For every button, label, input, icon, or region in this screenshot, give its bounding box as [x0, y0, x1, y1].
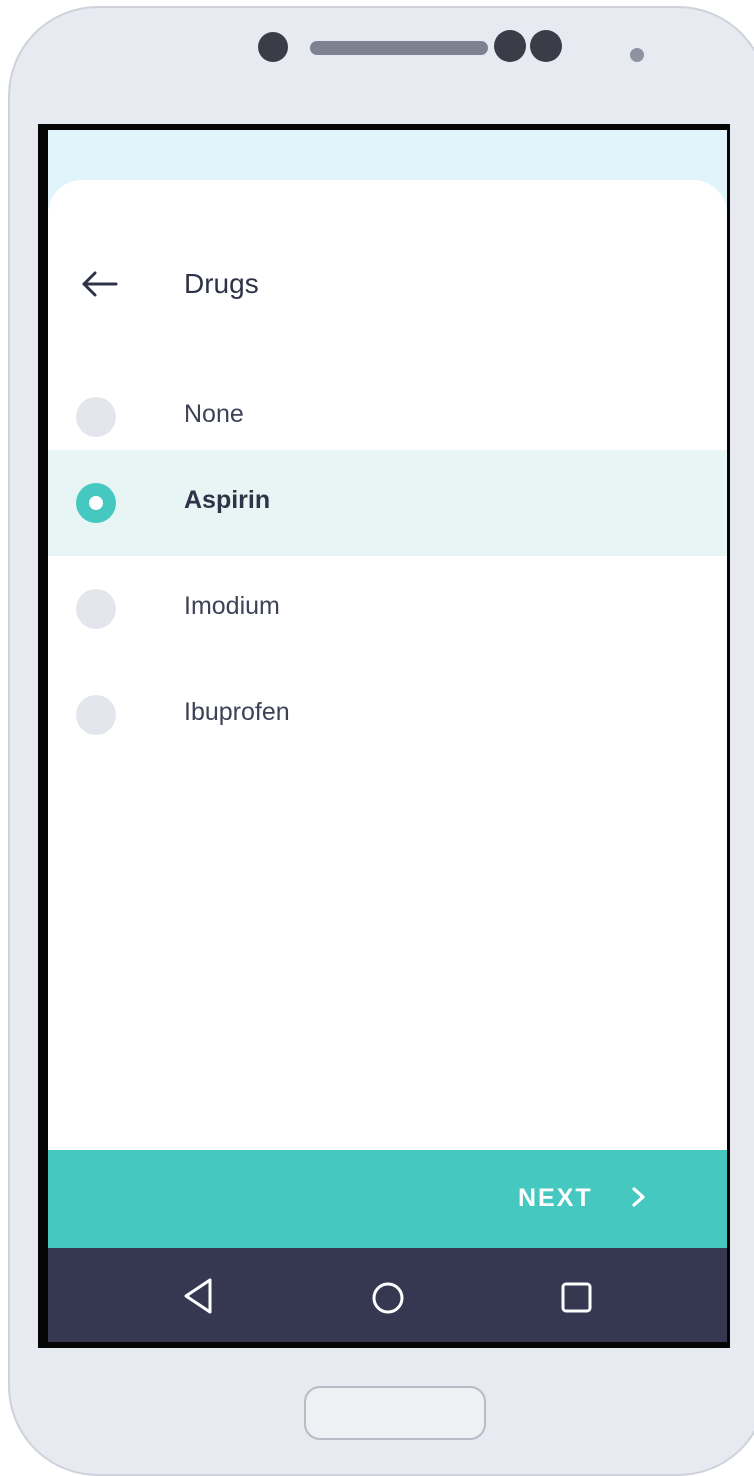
nav-home-button[interactable] [364, 1272, 412, 1320]
radio-button[interactable] [76, 397, 116, 437]
circle-home-icon [372, 1282, 404, 1314]
triangle-back-icon [184, 1278, 212, 1314]
front-camera [258, 32, 288, 62]
option-imodium[interactable]: Imodium [48, 556, 727, 662]
earpiece-speaker [310, 41, 488, 55]
option-label: Imodium [184, 592, 280, 620]
chevron-right-icon [632, 1187, 645, 1207]
arrow-left-icon [82, 271, 118, 297]
option-aspirin[interactable]: Aspirin [48, 450, 727, 556]
hardware-home-button[interactable] [304, 1386, 486, 1440]
nav-recents-button[interactable] [552, 1272, 600, 1320]
square-recents-icon [561, 1282, 592, 1313]
next-button[interactable]: NEXT [48, 1150, 727, 1248]
option-ibuprofen[interactable]: Ibuprofen [48, 662, 727, 768]
option-label: Aspirin [184, 486, 271, 514]
option-label: None [184, 400, 244, 428]
back-button[interactable] [78, 262, 122, 306]
next-label: NEXT [518, 1184, 593, 1212]
radio-button[interactable] [76, 589, 116, 629]
radio-button[interactable] [76, 695, 116, 735]
app-screen: Drugs None Aspirin Imodium Ibuprofen NEX… [48, 130, 727, 1342]
sensor-dot [530, 30, 562, 62]
sensor-dot [494, 30, 526, 62]
nav-back-button[interactable] [176, 1272, 224, 1320]
radio-button-selected[interactable] [76, 483, 116, 523]
page-title: Drugs [184, 268, 259, 299]
system-nav-bar [48, 1248, 727, 1342]
content-card: Drugs None Aspirin Imodium Ibuprofen [48, 180, 727, 1200]
option-label: Ibuprofen [184, 698, 290, 726]
proximity-sensor [630, 48, 644, 62]
